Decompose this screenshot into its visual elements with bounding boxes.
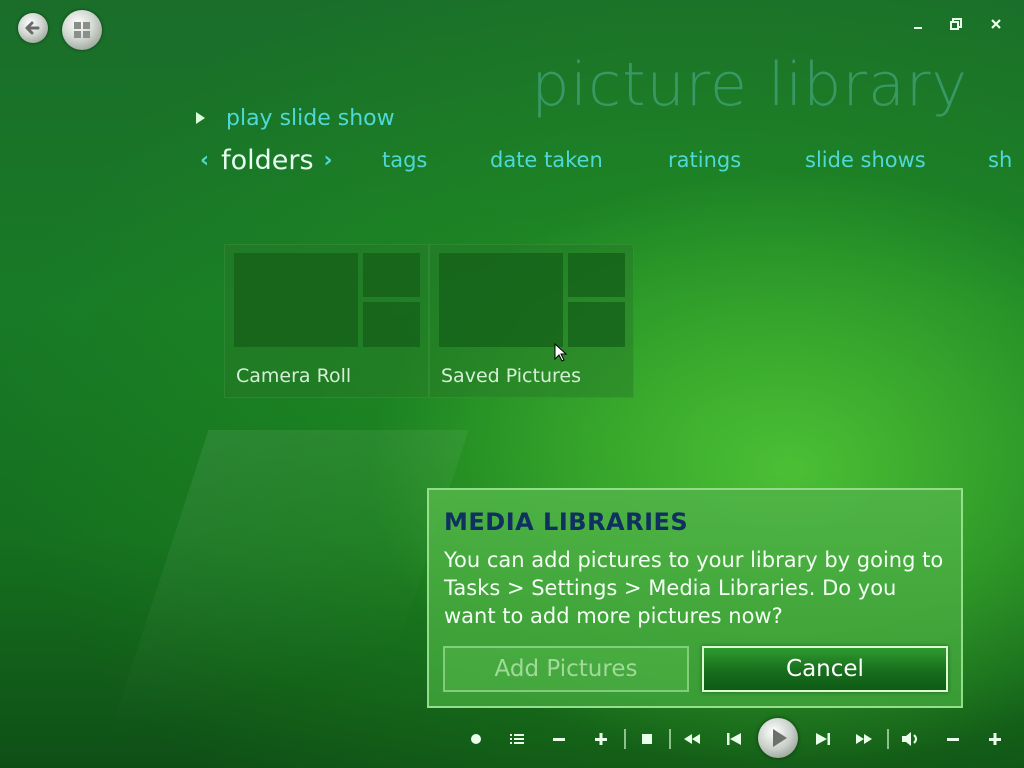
windows-logo-icon [74, 22, 90, 38]
play-button[interactable] [758, 718, 798, 758]
thumbnail-placeholder [568, 253, 625, 297]
thumbnail-placeholder [439, 253, 563, 347]
rewind-icon[interactable] [680, 729, 704, 749]
record-icon[interactable] [466, 729, 486, 749]
thumbnail-placeholder [363, 253, 420, 297]
volume-down-icon[interactable] [943, 729, 963, 749]
dialog-title: MEDIA LIBRARIES [444, 508, 689, 536]
start-button[interactable] [62, 10, 102, 50]
tab-folders[interactable]: folders [221, 145, 313, 176]
channel-down-icon[interactable] [549, 729, 569, 749]
background-streak [91, 430, 469, 768]
close-icon [991, 19, 1001, 29]
folder-tile-saved-pictures[interactable]: Saved Pictures [429, 244, 634, 398]
play-slide-show-label: play slide show [226, 105, 395, 131]
page-title: picture library [531, 50, 968, 120]
fast-forward-icon[interactable] [852, 729, 876, 749]
next-track-icon[interactable] [813, 729, 833, 749]
folder-label: Saved Pictures [441, 365, 581, 387]
tab-date-taken[interactable]: date taken [490, 148, 603, 172]
tab-slide-shows[interactable]: slide shows [805, 148, 926, 172]
divider [887, 729, 889, 749]
guide-list-icon[interactable] [507, 729, 527, 749]
minimize-button[interactable] [908, 14, 928, 34]
divider [624, 729, 626, 749]
transport-controls [0, 718, 1024, 760]
folder-tile-camera-roll[interactable]: Camera Roll [224, 244, 429, 398]
play-icon [196, 112, 205, 124]
dialog-message: You can add pictures to your library by … [444, 548, 944, 628]
play-slide-show-button[interactable]: play slide show [196, 104, 395, 132]
category-nav: ‹ folders › [200, 142, 333, 178]
minimize-icon [914, 27, 922, 29]
back-arrow-icon [25, 21, 40, 35]
media-center-window: picture library play slide show ‹ folder… [0, 0, 1024, 768]
tab-tags[interactable]: tags [382, 148, 427, 172]
back-button[interactable] [18, 13, 48, 43]
nav-right-arrow-icon[interactable]: › [324, 148, 333, 173]
thumbnail-placeholder [568, 302, 625, 347]
mouse-cursor-icon [554, 343, 568, 362]
mute-speaker-icon[interactable] [899, 729, 923, 749]
play-icon [773, 729, 787, 747]
cancel-button[interactable]: Cancel [702, 646, 948, 692]
channel-up-icon[interactable] [591, 729, 611, 749]
nav-left-arrow-icon[interactable]: ‹ [200, 148, 209, 173]
media-libraries-dialog: MEDIA LIBRARIES You can add pictures to … [427, 488, 963, 708]
tab-ratings[interactable]: ratings [668, 148, 741, 172]
folder-label: Camera Roll [236, 365, 352, 387]
thumbnail-placeholder [363, 302, 420, 347]
restore-icon [950, 18, 962, 30]
volume-up-icon[interactable] [985, 729, 1005, 749]
thumbnail-placeholder [234, 253, 358, 347]
add-pictures-button[interactable]: Add Pictures [443, 646, 689, 692]
stop-icon[interactable] [637, 729, 657, 749]
divider [669, 729, 671, 749]
previous-track-icon[interactable] [724, 729, 744, 749]
close-button[interactable] [986, 14, 1006, 34]
tab-shared-partial[interactable]: sh [988, 148, 1012, 172]
restore-button[interactable] [946, 14, 966, 34]
